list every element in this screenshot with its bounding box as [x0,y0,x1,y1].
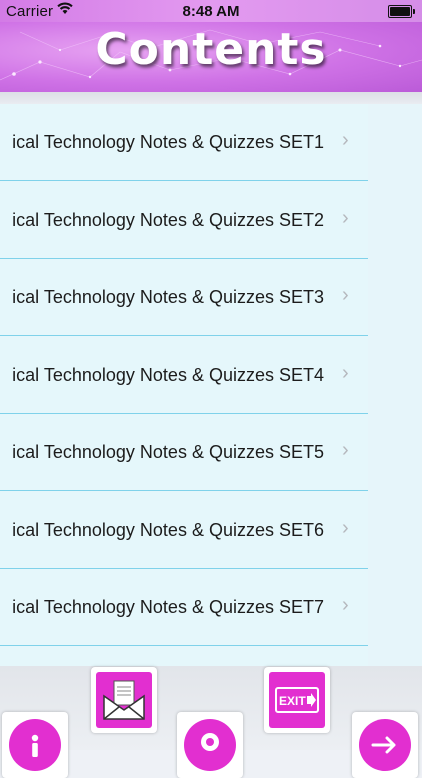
list-gutter [368,104,422,666]
list-item[interactable]: ical Technology Notes & Quizzes SET1 › [0,104,368,181]
list-item[interactable]: ical Technology Notes & Quizzes SET5 › [0,414,368,491]
list-item[interactable]: ical Technology Notes & Quizzes SET2 › [0,182,368,259]
divider [0,490,368,491]
contents-list: ical Technology Notes & Quizzes SET1 › i… [0,104,368,666]
list-item[interactable]: ical Technology Notes & Quizzes SET6 › [0,492,368,569]
info-icon [9,719,61,771]
exit-button[interactable]: EXIT [264,667,330,733]
clock: 8:48 AM [182,3,240,20]
list-item-label: ical Technology Notes & Quizzes SET2 [12,210,324,230]
info-button[interactable] [2,712,68,778]
divider [0,335,368,336]
mail-button[interactable] [91,667,157,733]
chevron-right-icon: › [342,207,349,229]
list-item[interactable]: ical Technology Notes & Quizzes SET4 › [0,337,368,414]
list-item[interactable]: ical Technology Notes & Quizzes SET3 › [0,259,368,336]
chevron-right-icon: › [342,439,349,461]
location-icon [184,719,236,771]
exit-label: EXIT [279,694,306,708]
chevron-right-icon: › [342,594,349,616]
chevron-right-icon: › [342,284,349,306]
list-item-label: ical Technology Notes & Quizzes SET7 [12,597,324,617]
status-bar: Carrier 8:48 AM [0,0,422,22]
divider [0,645,368,646]
page-title: Contents [95,24,327,75]
list-item-label: ical Technology Notes & Quizzes SET3 [12,287,324,307]
header: Contents [0,22,422,92]
location-button[interactable] [177,712,243,778]
list-item-label: ical Technology Notes & Quizzes SET6 [12,520,324,540]
divider [0,180,368,181]
mail-icon [96,672,152,728]
chevron-right-icon: › [342,517,349,539]
list-item[interactable]: ical Technology Notes & Quizzes SET7 › [0,569,368,646]
chevron-right-icon: › [342,362,349,384]
exit-icon: EXIT [269,672,325,728]
next-button[interactable] [352,712,418,778]
chevron-right-icon: › [342,129,349,151]
header-divider [0,92,422,104]
battery-icon [388,5,415,18]
bottom-toolbar: EXIT [0,666,422,778]
list-item-label: ical Technology Notes & Quizzes SET1 [12,132,324,152]
arrow-right-icon [359,719,411,771]
list-item-label: ical Technology Notes & Quizzes SET4 [12,365,324,385]
list-item-label: ical Technology Notes & Quizzes SET5 [12,442,324,462]
